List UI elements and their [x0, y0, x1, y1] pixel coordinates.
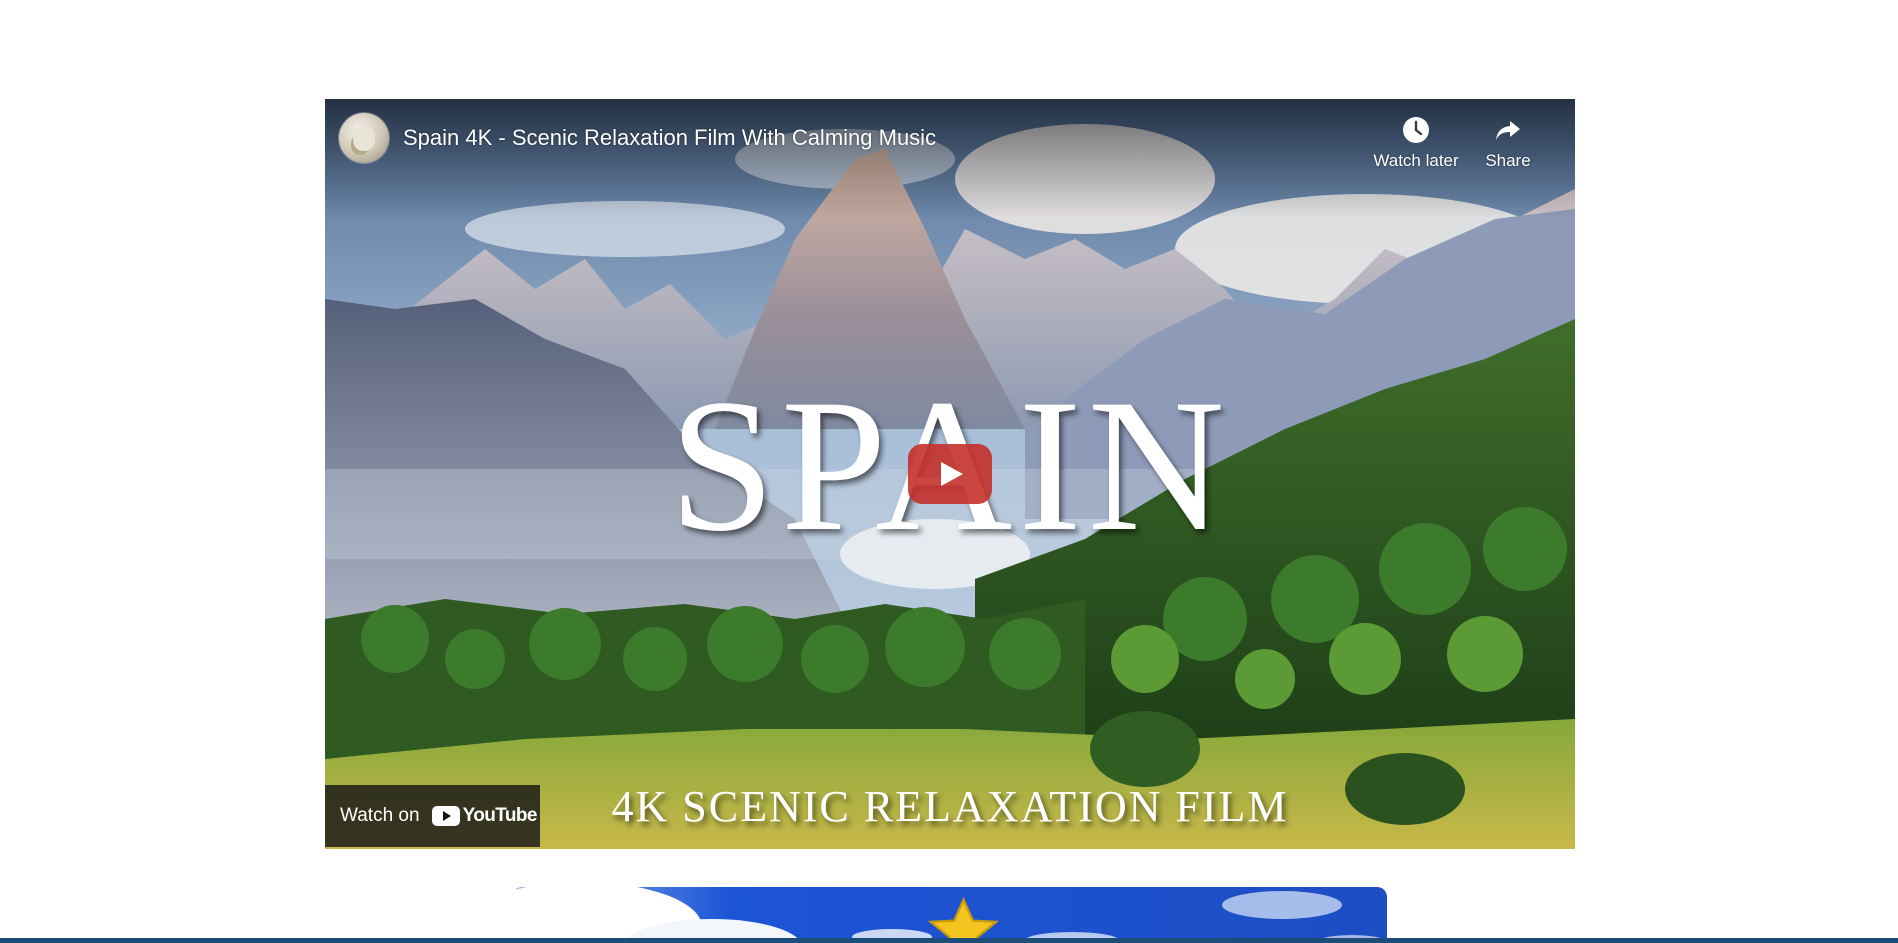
- youtube-embed[interactable]: Spain 4K - Scenic Relaxation Film With C…: [325, 99, 1575, 849]
- clock-icon: [1403, 117, 1429, 143]
- avatar-bird-image: [353, 125, 375, 151]
- watch-on-label: Watch on: [340, 805, 420, 826]
- share-arrow-icon: [1496, 121, 1520, 140]
- share-label: Share: [1485, 151, 1531, 170]
- share-button[interactable]: Share: [1453, 115, 1563, 171]
- page: Spain 4K - Scenic Relaxation Film With C…: [0, 0, 1898, 943]
- next-card[interactable]: [512, 887, 1387, 943]
- watch-on-youtube-button[interactable]: Watch on YouTube: [325, 785, 540, 847]
- star-icon: [927, 896, 1000, 943]
- footer-strip: [0, 938, 1898, 943]
- youtube-logo: YouTube: [431, 805, 538, 827]
- video-title[interactable]: Spain 4K - Scenic Relaxation Film With C…: [403, 125, 936, 151]
- youtube-logo-icon: [431, 806, 460, 826]
- channel-avatar[interactable]: [339, 113, 389, 163]
- play-button[interactable]: [908, 444, 992, 504]
- youtube-wordmark: YouTube: [462, 805, 538, 826]
